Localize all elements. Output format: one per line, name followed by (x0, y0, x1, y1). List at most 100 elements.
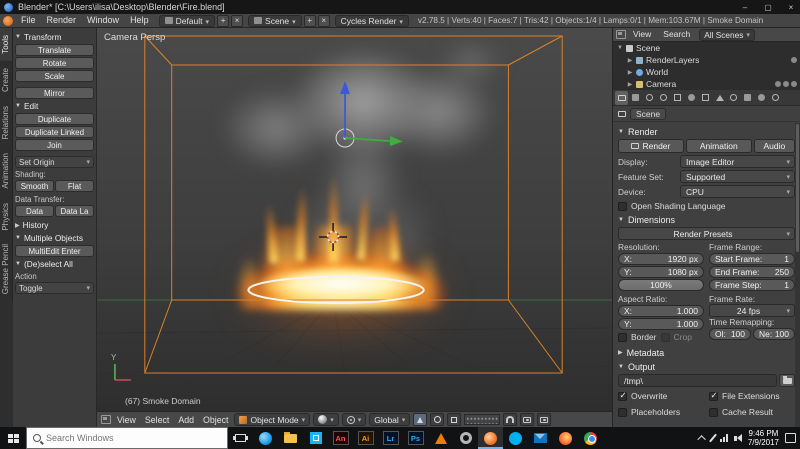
taskbar-search[interactable] (26, 427, 228, 449)
blender-logo-icon[interactable] (3, 15, 13, 26)
osl-checkbox[interactable] (618, 201, 627, 211)
outliner-item-scene[interactable]: ▼ Scene (613, 42, 800, 54)
3d-viewport[interactable]: Y Camera Persp (67) Smoke Domain (97, 28, 612, 411)
tab-world[interactable] (657, 91, 670, 105)
menu-render[interactable]: Render (42, 14, 82, 27)
mirror-button[interactable]: Mirror (15, 87, 94, 99)
add-layout-button[interactable]: + (217, 14, 230, 27)
media-player-button[interactable] (428, 427, 453, 449)
task-view-button[interactable] (228, 427, 253, 449)
data-button[interactable]: Data (15, 205, 54, 217)
tab-render[interactable] (615, 90, 628, 105)
join-button[interactable]: Join (15, 139, 94, 151)
pivot-point-dropdown[interactable] (341, 413, 367, 426)
tab-relations[interactable]: Relations (0, 98, 13, 147)
adobe-lightroom-button[interactable]: Lr (378, 427, 403, 449)
snap-toggle-button[interactable] (503, 413, 518, 426)
edge-button[interactable] (253, 427, 278, 449)
outliner-editor-icon[interactable] (616, 30, 626, 39)
manipulator-scale-button[interactable] (447, 413, 462, 426)
panel-header-metadata[interactable]: Metadata (618, 346, 795, 359)
scene-dropdown[interactable]: Scene (248, 14, 302, 27)
viewport-menu-view[interactable]: View (114, 415, 139, 425)
menu-file[interactable]: File (16, 14, 41, 27)
aspect-y-field[interactable]: Y: 1.000 (618, 318, 704, 330)
panel-header-edit[interactable]: Edit (15, 100, 94, 112)
tab-data[interactable] (713, 91, 726, 105)
expand-triangle-icon[interactable]: ▶ (627, 57, 633, 64)
frame-rate-dropdown[interactable]: 24 fps (709, 304, 795, 317)
opengl-render-anim-button[interactable] (537, 413, 552, 426)
blender-taskbar-button[interactable] (478, 427, 503, 449)
duplicate-linked-button[interactable]: Duplicate Linked (15, 126, 94, 138)
panel-header-dimensions[interactable]: Dimensions (618, 213, 795, 226)
tab-grease-pencil[interactable]: Grease Pencil (0, 237, 13, 302)
tab-material[interactable] (727, 91, 740, 105)
multiedit-enter-button[interactable]: MultiEdit Enter (15, 245, 94, 257)
remap-old-field[interactable]: Ol: 100 (709, 328, 751, 340)
menu-window[interactable]: Window (82, 14, 124, 27)
tab-particles[interactable] (755, 91, 768, 105)
remove-layout-button[interactable]: × (231, 14, 244, 27)
pen-icon[interactable] (708, 433, 717, 443)
smoke-domain-wireframe[interactable] (144, 35, 563, 374)
3d-cursor[interactable] (319, 223, 348, 251)
menu-help[interactable]: Help (125, 14, 154, 27)
shade-flat-button[interactable]: Flat (55, 180, 94, 192)
outliner-item-renderlayers[interactable]: ▶ RenderLayers (613, 54, 800, 66)
placeholders-checkbox[interactable] (618, 407, 627, 417)
action-center-icon[interactable] (785, 433, 796, 443)
transform-manipulator[interactable] (335, 81, 403, 148)
device-dropdown[interactable]: CPU (680, 185, 795, 198)
outliner-item-world[interactable]: ▶ World (613, 66, 800, 78)
viewport-menu-select[interactable]: Select (142, 415, 172, 425)
resolution-scale-slider[interactable]: 100% (618, 279, 704, 291)
expand-triangle-icon[interactable]: ▶ (627, 69, 633, 76)
panel-header-output[interactable]: Output (618, 360, 795, 373)
tab-tools[interactable]: Tools (0, 28, 13, 61)
resolution-y-field[interactable]: Y: 1080 px (618, 266, 704, 278)
cache-result-checkbox[interactable] (709, 407, 718, 417)
end-frame-field[interactable]: End Frame: 250 (709, 266, 795, 278)
tray-expand-icon[interactable] (697, 435, 706, 444)
breadcrumb-scene-chip[interactable]: Scene (630, 107, 667, 120)
scale-button[interactable]: Scale (15, 70, 94, 82)
tab-physics[interactable]: Physics (0, 195, 13, 238)
adobe-photoshop-button[interactable]: Ps (403, 427, 428, 449)
render-presets-dropdown[interactable]: Render Presets (618, 227, 795, 240)
translate-button[interactable]: Translate (15, 44, 94, 56)
display-dropdown[interactable]: Image Editor (680, 155, 795, 168)
properties-scrollbar[interactable] (795, 123, 800, 427)
outliner-menu-search[interactable]: Search (658, 28, 695, 41)
adobe-animate-button[interactable]: An (328, 427, 353, 449)
screen-layout-dropdown[interactable]: Default (158, 14, 216, 27)
tab-physics[interactable] (769, 91, 782, 105)
panel-header-transform[interactable]: Transform (15, 31, 94, 43)
render-toggle-icon[interactable] (791, 57, 797, 63)
crop-checkbox[interactable] (660, 332, 670, 342)
visibility-eye-icon[interactable] (775, 81, 781, 87)
panel-header-history[interactable]: History (15, 219, 94, 231)
close-button[interactable]: × (782, 3, 800, 12)
maximize-button[interactable]: ▢ (759, 3, 777, 12)
set-origin-menu[interactable]: Set Origin (15, 156, 94, 168)
panel-header-deselect-all[interactable]: (De)select All (15, 258, 94, 270)
selectability-arrow-icon[interactable] (783, 81, 789, 87)
resolution-x-field[interactable]: X: 1920 px (618, 253, 704, 265)
transform-orientation-dropdown[interactable]: Global (369, 413, 411, 426)
search-input[interactable] (46, 433, 196, 443)
manipulator-translate-button[interactable] (413, 413, 428, 426)
skype-button[interactable] (503, 427, 528, 449)
viewport-shading-dropdown[interactable] (313, 413, 339, 426)
taskbar-clock[interactable]: 9:46 PM 7/9/2017 (748, 429, 779, 447)
tab-texture[interactable] (741, 91, 754, 105)
start-frame-field[interactable]: Start Frame: 1 (709, 253, 795, 265)
chrome-button[interactable] (578, 427, 603, 449)
viewport-menu-add[interactable]: Add (175, 415, 197, 425)
remove-scene-button[interactable]: × (317, 14, 330, 27)
overwrite-checkbox[interactable] (618, 390, 627, 401)
expand-triangle-icon[interactable]: ▼ (617, 45, 623, 51)
shade-smooth-button[interactable]: Smooth (15, 180, 54, 192)
data-layout-button[interactable]: Data La (55, 205, 94, 217)
aspect-x-field[interactable]: X: 1.000 (618, 305, 704, 317)
